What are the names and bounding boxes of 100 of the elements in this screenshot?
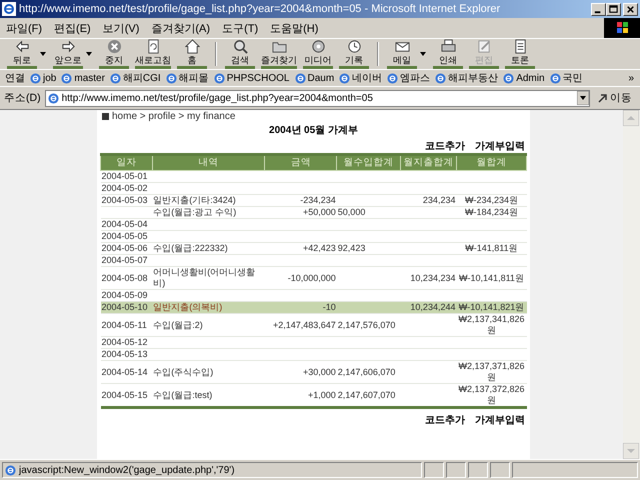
link-button[interactable]: 해피몰 (166, 71, 209, 85)
link-button[interactable]: Admin (503, 72, 545, 84)
table-row[interactable]: 2004-05-14 수입(주식수입) +30,000 2,147,606,070 ₩2,137,371,826원 (100, 360, 526, 384)
windows-logo-icon (604, 18, 640, 38)
toolbar-button[interactable]: 인쇄 (430, 39, 466, 69)
table-cell: +30,000 (303, 366, 336, 376)
menu-item[interactable]: 즐겨찾기(A) (151, 20, 210, 36)
link-button[interactable]: Daum (294, 72, 334, 84)
breadcrumb: home > profile > my finance (112, 111, 236, 122)
dropdown-caret-icon[interactable] (86, 52, 92, 56)
table-row[interactable]: 2004-05-01 (100, 170, 526, 182)
table-cell: ₩2,137,341,826원 (458, 314, 525, 335)
table-cell: 2004-05-08 (102, 272, 148, 282)
toolbar-button[interactable]: 토론 (502, 39, 538, 69)
link-button[interactable]: PHPSCHOOL (214, 72, 290, 84)
table-row[interactable]: 2004-05-05 (100, 230, 526, 242)
link-button[interactable]: 해피CGI (110, 71, 161, 85)
table-cell: +1,000 (308, 390, 336, 400)
more-links-button[interactable]: » (628, 72, 640, 84)
table-cell: 2004-05-10 (102, 302, 148, 312)
close-icon[interactable] (623, 2, 638, 16)
table-row[interactable]: 2004-05-13 (100, 348, 526, 360)
table-cell: 2004-05-15 (102, 390, 148, 400)
table-row[interactable]: 2004-05-11 수입(월급:2) +2,147,483,647 2,147,576,070 ₩2,137,341,826원 (100, 314, 526, 336)
table-cell: 2004-05-11 (102, 320, 147, 330)
toolbar-button[interactable]: 검색 (222, 39, 258, 69)
link-button[interactable]: 네이버 (339, 71, 382, 85)
toolbar-button[interactable]: 중지 (96, 39, 132, 69)
status-pane (446, 462, 466, 478)
toolbar-button[interactable]: 앞으로 (50, 39, 86, 69)
globe-page-icon (110, 72, 121, 84)
table-row[interactable]: 2004-05-15 수입(월급:test) +1,000 2,147,607,070 ₩2,137,372,826원 (100, 384, 526, 408)
table-cell: ₩-184,234원 (464, 207, 518, 217)
table-cell: 2004-05-03 (102, 195, 148, 205)
toolbar-button[interactable]: 뒤로 (4, 39, 40, 69)
menu-item[interactable]: 도움말(H) (270, 20, 318, 36)
link-button[interactable]: 국민 (550, 71, 583, 85)
toolbar-button[interactable]: 미디어 (300, 39, 336, 69)
back-arrow-icon (14, 39, 30, 54)
window-title: http://www.imemo.net/test/profile/gage_list.php?year=2004&month=05 - Microsoft Internet Explorer (19, 3, 502, 15)
table-cell: 2004-05-12 (102, 337, 148, 347)
toolbar-button[interactable]: 기록 (336, 39, 372, 69)
square-bullet-icon (102, 113, 109, 120)
status-pane (490, 462, 510, 478)
action-link[interactable]: 가계부입력 (475, 139, 525, 153)
table-row[interactable]: 2004-05-07 (100, 254, 526, 266)
maximize-icon[interactable] (606, 2, 621, 16)
table-cell: 2,147,576,070 (338, 320, 396, 330)
menu-item[interactable]: 도구(T) (222, 20, 258, 36)
toolbar-button[interactable]: 홈 (174, 39, 210, 69)
table-cell: ₩-234,234원 (464, 195, 518, 205)
table-row[interactable]: 2004-05-10 일반지출(의복비) -10 10,234,244 ₩-10,141,821원 (100, 302, 526, 314)
menu-item[interactable]: 파일(F) (6, 20, 42, 36)
table-cell: 234,234 (422, 195, 456, 205)
table-row[interactable]: 2004-05-06 수입(월급:222332) +42,423 92,423 ₩-141,811원 (100, 242, 526, 254)
table-cell: 수입(주식수입) (153, 366, 214, 376)
toolbar-button[interactable]: 메일 (384, 39, 420, 69)
link-button[interactable]: 엠파스 (387, 71, 430, 85)
link-button[interactable]: 해피부동산 (435, 71, 498, 85)
table-cell: ₩2,137,371,826원 (458, 361, 525, 382)
minimize-icon[interactable] (591, 2, 606, 16)
table-row[interactable]: 수입(월급:광고 수익) +50,000 50,000 ₩-184,234원 (100, 206, 526, 218)
table-row[interactable]: 2004-05-04 (100, 218, 526, 230)
table-row[interactable]: 2004-05-12 (100, 336, 526, 348)
menu-item[interactable]: 편집(E) (54, 20, 91, 36)
table-row[interactable]: 2004-05-03 일반지출(기타:3424) -234,234 234,234 ₩-234,234원 (100, 194, 526, 206)
link-button[interactable]: job (30, 72, 56, 84)
globe-page-icon (387, 72, 398, 84)
action-link[interactable]: 코드추가 (425, 413, 465, 427)
address-field[interactable]: http://www.imemo.net/test/profile/gage_list.php?year=2004&month=05 (44, 90, 590, 106)
table-cell: ₩-10,141,811원 (459, 272, 524, 282)
action-link[interactable]: 코드추가 (425, 139, 465, 153)
table-row[interactable]: 2004-05-02 (100, 182, 526, 194)
table-cell: -234,234 (300, 195, 336, 205)
dropdown-caret-icon[interactable] (40, 52, 46, 56)
status-pane (468, 462, 488, 478)
status-text: javascript:New_window2('gage_update.php','79') (19, 464, 235, 476)
menu-item[interactable]: 보기(V) (102, 20, 140, 36)
column-header: 일자 (100, 154, 152, 170)
page-title: 2004년 05월 가계부 (269, 125, 358, 136)
table-cell: +2,147,483,647 (272, 320, 336, 330)
table-cell: -10 (322, 302, 336, 312)
go-button[interactable]: 이동 (594, 91, 636, 105)
table-cell: 2,147,607,070 (338, 390, 396, 400)
globe-page-icon (435, 72, 446, 84)
table-cell: +50,000 (303, 207, 336, 217)
table-cell: 어머니생활비(어머니생활비) (153, 267, 256, 288)
table-cell: 2004-05-01 (102, 171, 148, 181)
globe-page-icon (503, 72, 514, 84)
dropdown-caret-icon[interactable] (420, 52, 426, 56)
table-cell: 2004-05-09 (102, 290, 148, 300)
arrow-icon (598, 93, 608, 103)
toolbar-button[interactable]: 즐겨찾기 (258, 39, 300, 69)
table-cell: 50,000 (338, 207, 366, 217)
table-cell: 2004-05-04 (102, 219, 148, 229)
action-link[interactable]: 가계부입력 (475, 413, 525, 427)
toolbar-button[interactable]: 새로고침 (132, 39, 174, 69)
dropdown-arrow-icon[interactable] (577, 91, 589, 105)
search-icon (232, 39, 248, 54)
link-button[interactable]: master (61, 72, 105, 84)
